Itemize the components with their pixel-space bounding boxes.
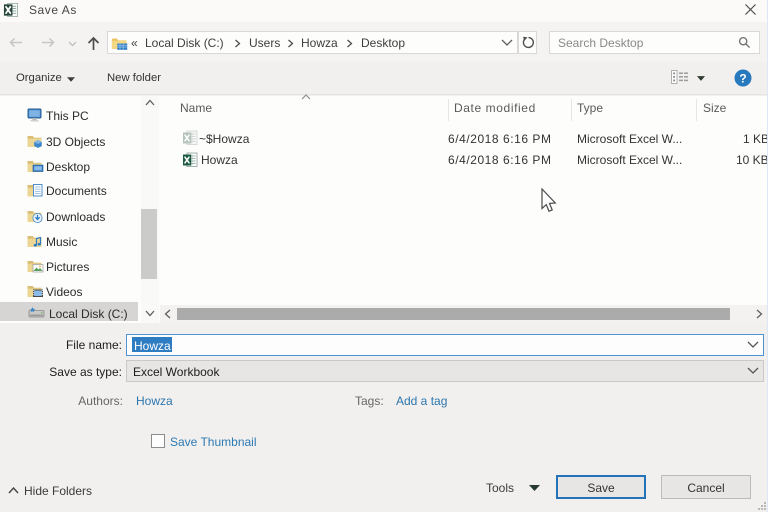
svg-text:?: ? bbox=[739, 72, 746, 86]
